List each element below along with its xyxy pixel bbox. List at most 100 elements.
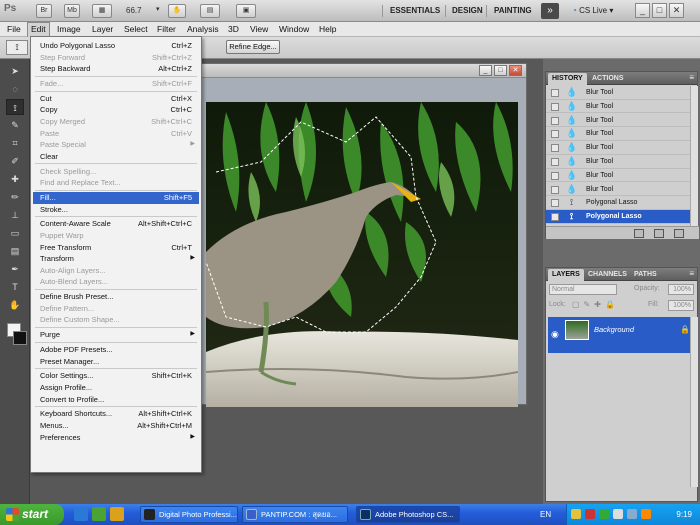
menu-item-free-transform[interactable]: Free Transform Ctrl+T — [33, 242, 199, 254]
workspace-design[interactable]: DESIGN — [452, 4, 483, 18]
crop-tool-icon[interactable]: ⌗ — [6, 135, 24, 151]
history-brush-source-checkbox[interactable] — [551, 171, 559, 180]
polygonal-lasso-tool-icon[interactable]: ⟟ — [6, 99, 24, 115]
menu-item-preset-manager[interactable]: Preset Manager... — [33, 356, 199, 368]
tab-paths[interactable]: PATHS — [630, 269, 661, 281]
menu-file[interactable]: File — [4, 22, 24, 37]
menu-select[interactable]: Select — [121, 22, 151, 37]
history-state-row[interactable]: 💧 Blur Tool — [546, 127, 690, 142]
tab-layers[interactable]: LAYERS — [548, 269, 584, 281]
tray-icon-3[interactable] — [599, 509, 609, 519]
menu-item-content-aware-scale[interactable]: Content-Aware Scale Alt+Shift+Ctrl+C — [33, 218, 199, 230]
type-tool-icon[interactable]: T — [6, 279, 24, 295]
doc-maximize-button[interactable]: □ — [494, 65, 507, 76]
menu-item-clear[interactable]: Clear — [33, 151, 199, 163]
brush-tool-icon[interactable]: ✏ — [6, 189, 24, 205]
healing-brush-tool-icon[interactable]: ✚ — [6, 171, 24, 187]
history-scrollbar[interactable] — [690, 86, 698, 226]
eye-icon[interactable]: ◉ — [551, 329, 559, 340]
menu-item-fill[interactable]: Fill... Shift+F5 — [33, 192, 199, 204]
canvas-photo[interactable] — [206, 102, 518, 407]
menu-layer[interactable]: Layer — [89, 22, 116, 37]
network-icon[interactable] — [627, 509, 637, 519]
maximize-button[interactable]: □ — [652, 3, 667, 18]
tray-icon-6[interactable] — [641, 509, 651, 519]
menu-item-cut[interactable]: Cut Ctrl+X — [33, 93, 199, 105]
trash-icon[interactable] — [674, 229, 684, 238]
menu-3d[interactable]: 3D — [225, 22, 242, 37]
lasso-preset-icon[interactable]: ⟟ — [6, 40, 28, 55]
menu-item-adobe-pdf-presets[interactable]: Adobe PDF Presets... — [33, 344, 199, 356]
arrange-documents-button[interactable]: ▤ — [200, 4, 220, 18]
volume-icon[interactable] — [613, 509, 623, 519]
history-state-row[interactable]: 💧 Blur Tool — [546, 86, 690, 100]
history-brush-source-checkbox[interactable] — [551, 185, 559, 194]
tab-history[interactable]: HISTORY — [548, 73, 587, 85]
bridge-button[interactable]: Br — [36, 4, 52, 18]
blend-mode-select[interactable]: Normal — [549, 284, 617, 295]
menu-item-undo-polygonal-lasso[interactable]: Undo Polygonal Lasso Ctrl+Z — [33, 40, 199, 52]
desktop-quicklaunch-icon[interactable] — [92, 507, 106, 521]
tray-icon-1[interactable] — [571, 509, 581, 519]
menu-item-assign-profile[interactable]: Assign Profile... — [33, 382, 199, 394]
history-state-row[interactable]: 💧 Blur Tool — [546, 114, 690, 128]
quick-selection-tool-icon[interactable]: ✎ — [6, 117, 24, 133]
workspace-essentials[interactable]: ESSENTIALS — [390, 4, 440, 18]
new-document-from-state-icon[interactable] — [634, 229, 644, 238]
menu-item-preferences[interactable]: Preferences ▶ — [33, 432, 199, 444]
history-state-row[interactable]: 💧 Blur Tool — [546, 183, 690, 197]
menu-item-color-settings[interactable]: Color Settings... Shift+Ctrl+K — [33, 370, 199, 382]
tray-icon-2[interactable] — [585, 509, 595, 519]
opacity-input[interactable]: 100% — [668, 284, 694, 295]
menu-item-purge[interactable]: Purge ▶ — [33, 329, 199, 341]
lock-icons[interactable]: ▢✎✚🔒 — [572, 300, 619, 309]
snapshot-icon[interactable] — [654, 229, 664, 238]
history-state-row[interactable]: 💧 Blur Tool — [546, 169, 690, 183]
history-state-row[interactable]: ⟟ Polygonal Lasso — [546, 210, 690, 224]
screen-mode-button[interactable]: ▣ — [236, 4, 256, 18]
background-color-swatch[interactable] — [13, 331, 27, 345]
hand-tool-button[interactable]: ✋ — [168, 4, 186, 18]
menu-item-convert-to-profile[interactable]: Convert to Profile... — [33, 394, 199, 406]
pen-tool-icon[interactable]: ✒ — [6, 261, 24, 277]
menu-help[interactable]: Help — [316, 22, 339, 37]
ie-quicklaunch-icon[interactable] — [74, 507, 88, 521]
panel-menu-icon[interactable]: ≡ — [689, 73, 694, 82]
menu-image[interactable]: Image — [54, 22, 84, 37]
menu-item-menus[interactable]: Menus... Alt+Shift+Ctrl+M — [33, 420, 199, 432]
refine-edge-button[interactable]: Refine Edge... — [226, 40, 280, 54]
move-tool-icon[interactable]: ➤ — [6, 63, 24, 79]
eyedropper-tool-icon[interactable]: ✐ — [6, 153, 24, 169]
menu-item-transform[interactable]: Transform ▶ — [33, 253, 199, 265]
more-workspaces-button[interactable]: » — [541, 3, 559, 19]
tab-channels[interactable]: CHANNELS — [584, 269, 631, 281]
history-brush-source-checkbox[interactable] — [551, 158, 559, 166]
language-indicator[interactable]: EN — [540, 504, 551, 525]
document-title-bar[interactable]: _ □ ✕ — [196, 64, 526, 78]
menu-window[interactable]: Window — [276, 22, 312, 37]
history-brush-source-checkbox[interactable] — [551, 213, 559, 222]
mini-bridge-button[interactable]: Mb — [64, 4, 80, 18]
menu-item-copy[interactable]: Copy Ctrl+C — [33, 104, 199, 116]
menu-filter[interactable]: Filter — [154, 22, 179, 37]
close-button[interactable]: ✕ — [669, 3, 684, 18]
gradient-tool-icon[interactable]: ▤ — [6, 243, 24, 259]
chevron-down-icon[interactable]: ▾ — [156, 5, 160, 13]
explorer-quicklaunch-icon[interactable] — [110, 507, 124, 521]
menu-item-define-brush-preset[interactable]: Define Brush Preset... — [33, 291, 199, 303]
history-brush-source-checkbox[interactable] — [551, 89, 559, 97]
cs-live-button[interactable]: ◔ CS Live ▾ — [572, 4, 613, 18]
layer-row-background[interactable]: ◉ Background 🔒 — [548, 317, 696, 353]
eraser-tool-icon[interactable]: ▭ — [6, 225, 24, 241]
menu-edit[interactable]: Edit — [27, 22, 50, 37]
menu-item-keyboard-shortcuts[interactable]: Keyboard Shortcuts... Alt+Shift+Ctrl+K — [33, 408, 199, 420]
panel-menu-icon[interactable]: ≡ — [689, 269, 694, 278]
history-state-row[interactable]: 💧 Blur Tool — [546, 155, 690, 169]
doc-close-button[interactable]: ✕ — [509, 65, 522, 76]
history-brush-source-checkbox[interactable] — [551, 199, 559, 208]
tab-actions[interactable]: ACTIONS — [588, 73, 628, 85]
taskbar-button-photoshop[interactable]: Adobe Photoshop CS... — [356, 506, 460, 523]
minimize-button[interactable]: _ — [635, 3, 650, 18]
menu-view[interactable]: View — [247, 22, 271, 37]
history-brush-source-checkbox[interactable] — [551, 130, 559, 139]
